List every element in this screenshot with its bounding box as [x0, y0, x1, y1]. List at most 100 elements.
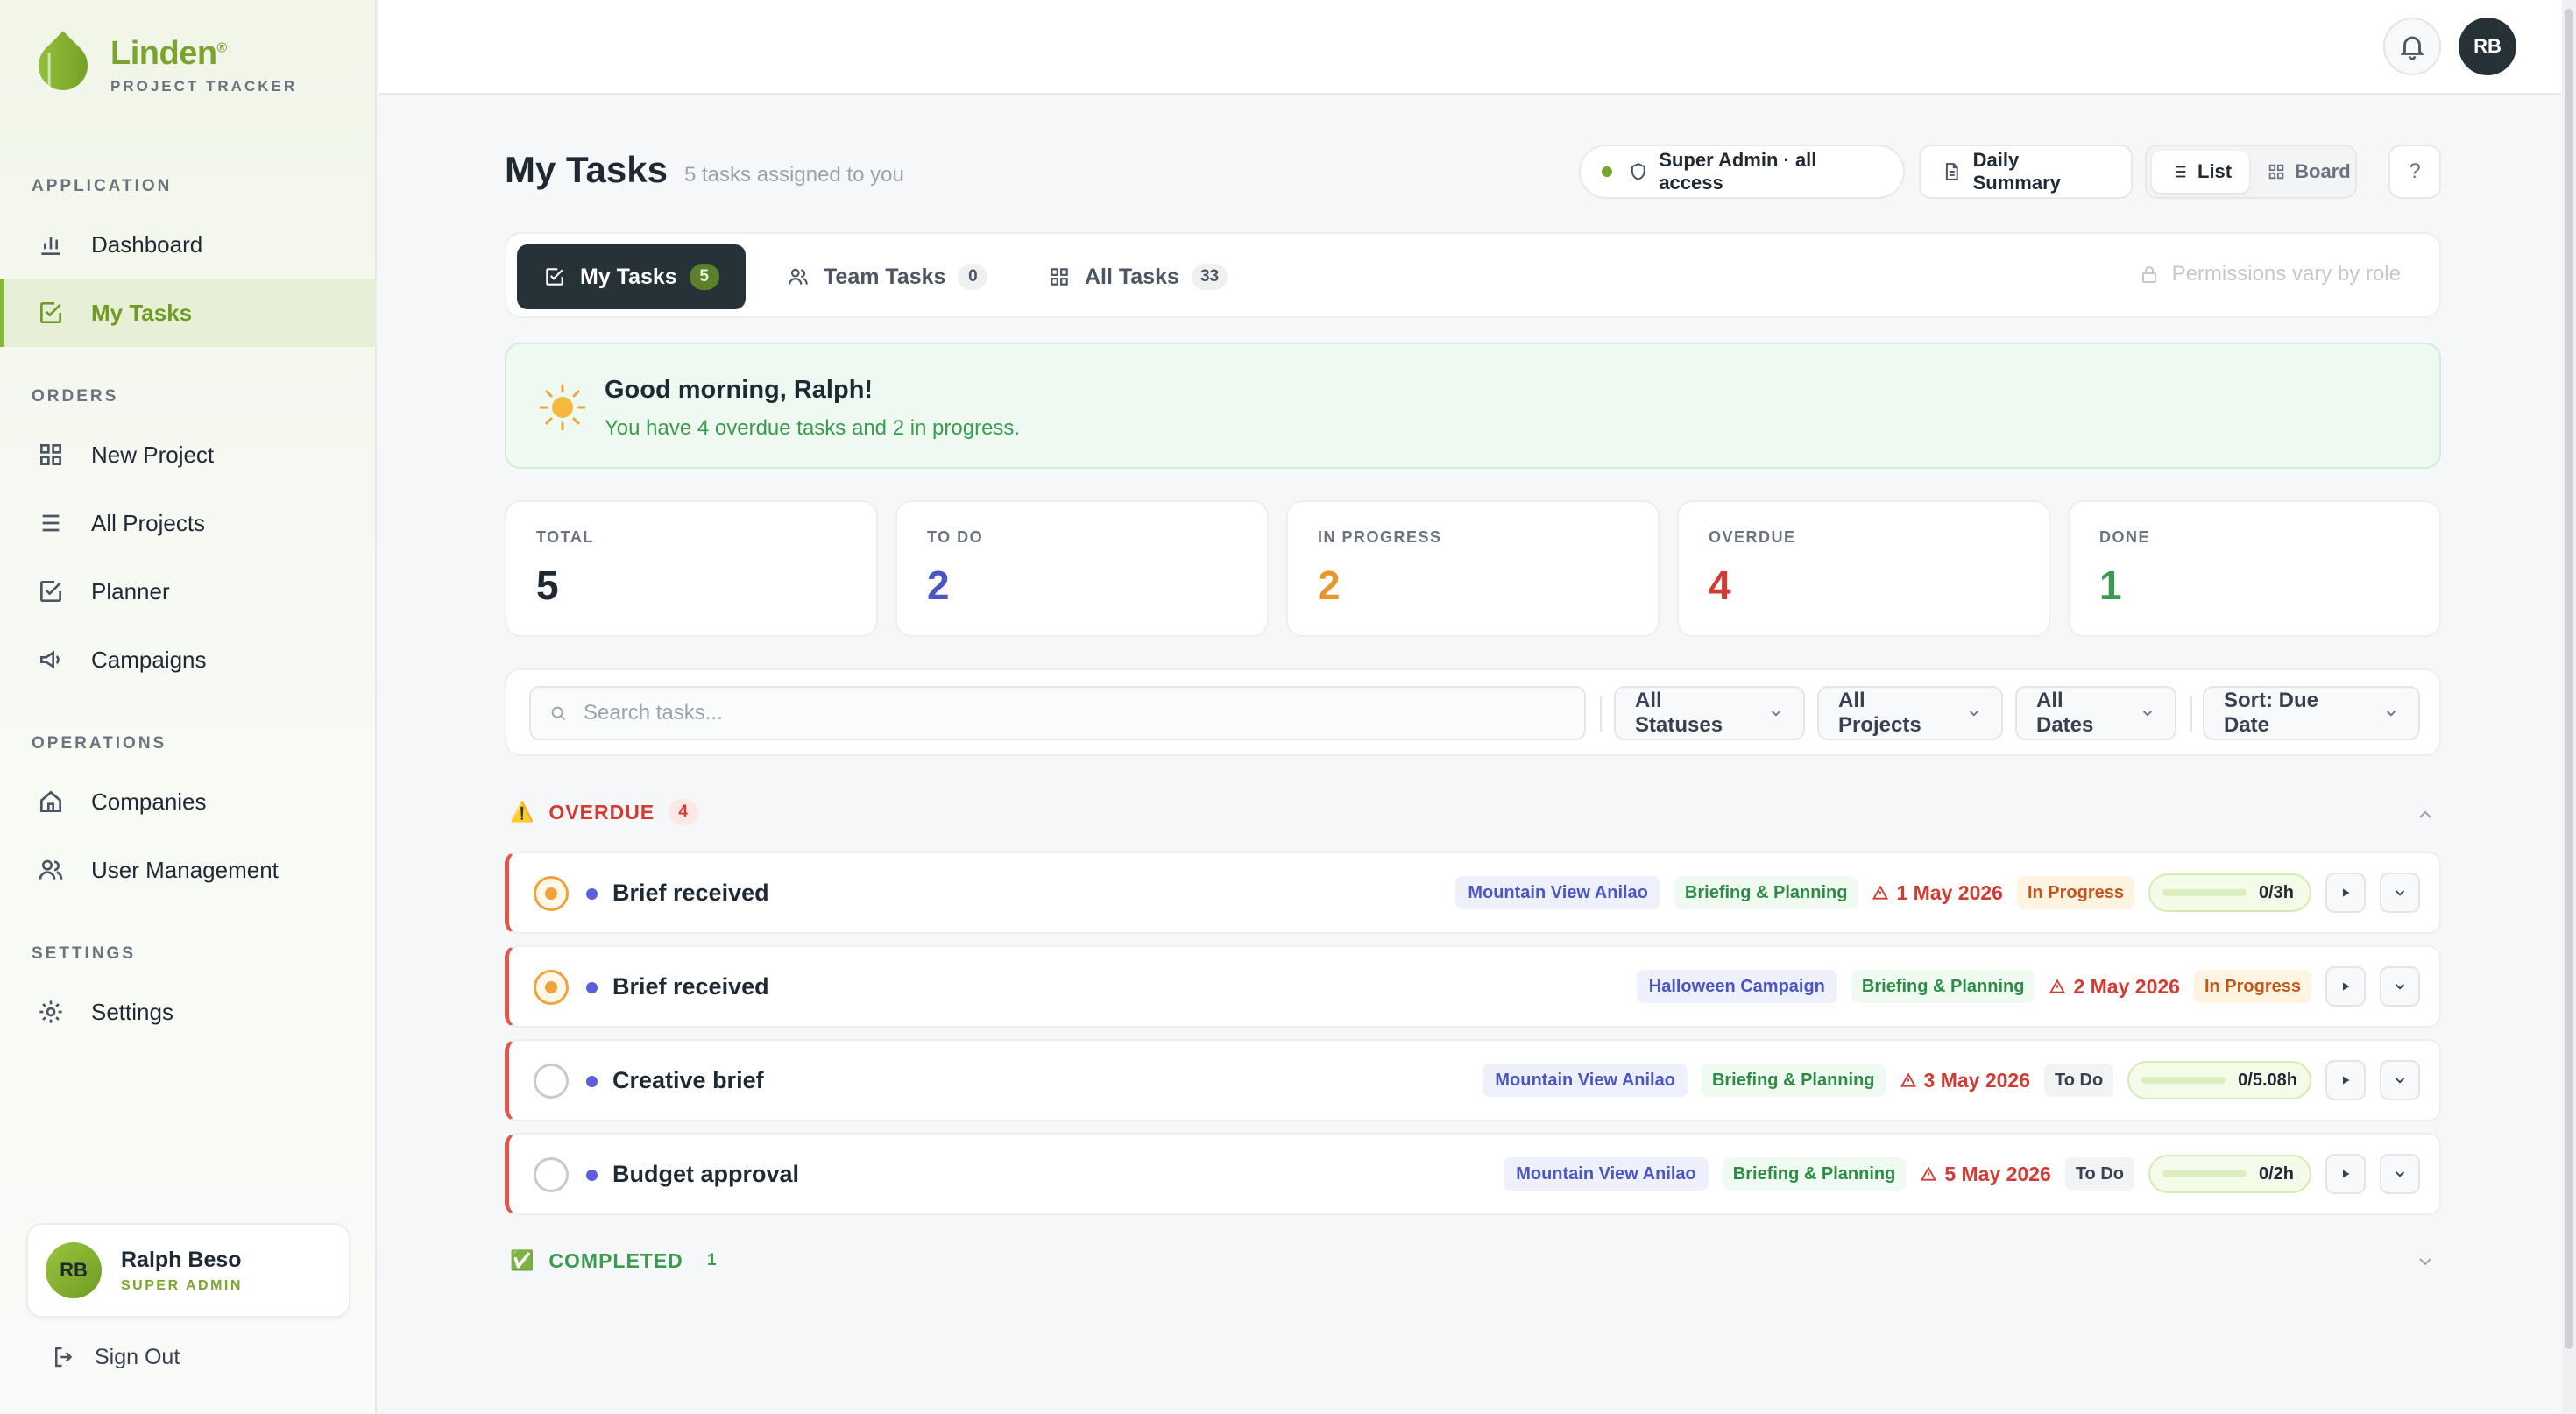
stat-card-total: TOTAL 5: [505, 500, 878, 637]
alert-triangle-icon: [1921, 1166, 1937, 1181]
view-board-label: Board: [2295, 160, 2351, 182]
task-status-toggle[interactable]: [534, 1157, 569, 1192]
select-value: All Projects: [1838, 689, 1921, 737]
grid-icon: [37, 441, 65, 469]
daily-summary-label: Daily Summary: [1972, 149, 2061, 194]
task-row[interactable]: Brief received Mountain View Anilao Brie…: [505, 852, 2441, 934]
time-tracker: 0/5.08h: [2127, 1061, 2311, 1099]
bar-chart-icon: [37, 230, 65, 258]
expand-task-button[interactable]: [2380, 1154, 2420, 1194]
start-timer-button[interactable]: [2325, 1154, 2366, 1194]
hours-text: 0/5.08h: [2238, 1070, 2297, 1090]
sidebar-item-user-management[interactable]: User Management: [0, 836, 377, 904]
sidebar-item-planner[interactable]: Planner: [0, 557, 377, 626]
overdue-group-header[interactable]: ⚠️ OVERDUE 4: [510, 799, 699, 825]
expand-task-button[interactable]: [2380, 966, 2420, 1007]
sidebar-item-dashboard[interactable]: Dashboard: [0, 210, 377, 279]
due-date: 1 May 2026: [1872, 880, 2003, 905]
due-date-text: 1 May 2026: [1896, 880, 2003, 904]
sign-out-button[interactable]: Sign Out: [51, 1344, 180, 1370]
hours-text: 0/2h: [2259, 1163, 2295, 1184]
account-avatar-button[interactable]: RB: [2459, 18, 2516, 75]
stat-label: OVERDUE: [1709, 528, 1796, 546]
stat-value: 1: [2099, 562, 2122, 608]
task-meta: Mountain View Anilao Briefing & Planning…: [1483, 1060, 2420, 1100]
sidebar-item-my-tasks[interactable]: My Tasks: [0, 279, 377, 347]
megaphone-icon: [37, 646, 65, 674]
sidebar-item-label: User Management: [91, 856, 279, 883]
start-timer-button[interactable]: [2325, 1060, 2366, 1100]
daily-summary-button[interactable]: Daily Summary: [1919, 145, 2133, 199]
task-row[interactable]: Creative brief Mountain View Anilao Brie…: [505, 1039, 2441, 1121]
project-tag[interactable]: Halloween Campaign: [1636, 970, 1837, 1003]
project-tag[interactable]: Mountain View Anilao: [1483, 1064, 1688, 1097]
list-icon: [2172, 166, 2186, 178]
task-row[interactable]: Brief received Halloween Campaign Briefi…: [505, 945, 2441, 1028]
due-date: 3 May 2026: [1900, 1069, 2030, 1092]
project-filter-select[interactable]: All Projects: [1817, 686, 2003, 740]
user-name: Ralph Beso: [121, 1247, 242, 1272]
view-list-button[interactable]: List: [2152, 151, 2250, 193]
expand-task-button[interactable]: [2380, 1060, 2420, 1100]
bell-icon: [2400, 36, 2424, 60]
stat-label: TOTAL: [536, 528, 594, 546]
shield-icon: [1631, 163, 1645, 180]
tab-all-tasks[interactable]: All Tasks 33: [1022, 244, 1254, 309]
group-count-badge: 1: [707, 1251, 718, 1269]
expand-completed-button[interactable]: [2415, 1251, 2436, 1272]
task-status-toggle[interactable]: [534, 970, 569, 1005]
sidebar-item-campaigns[interactable]: Campaigns: [0, 626, 377, 694]
project-tag[interactable]: Mountain View Anilao: [1455, 876, 1660, 909]
tab-team-tasks[interactable]: Team Tasks 0: [761, 244, 1014, 309]
user-card[interactable]: RB Ralph Beso SUPER ADMIN: [26, 1223, 350, 1318]
brand[interactable]: Linden® PROJECT TRACKER: [28, 30, 297, 101]
home-icon: [37, 788, 65, 816]
page-title: My Tasks: [505, 149, 668, 190]
task-row[interactable]: Budget approval Mountain View Anilao Bri…: [505, 1133, 2441, 1215]
completed-group-header[interactable]: ✅ COMPLETED 1: [510, 1248, 727, 1274]
sidebar-item-all-projects[interactable]: All Projects: [0, 489, 377, 557]
stat-label: TO DO: [927, 528, 984, 546]
start-timer-button[interactable]: [2325, 966, 2366, 1007]
access-label: Super Admin · all access: [1659, 149, 1817, 194]
select-value: All Statuses: [1635, 689, 1723, 737]
view-list-label: List: [2197, 160, 2233, 182]
collapse-overdue-button[interactable]: [2415, 804, 2436, 825]
time-tracker: 0/2h: [2148, 1155, 2311, 1193]
notifications-button[interactable]: [2383, 18, 2441, 75]
nav-section-orders: ORDERS: [32, 387, 119, 406]
alert-triangle-icon: [2049, 979, 2066, 993]
tab-count-badge: 0: [958, 264, 988, 290]
date-filter-select[interactable]: All Dates: [2015, 686, 2176, 740]
sidebar-item-new-project[interactable]: New Project: [0, 421, 377, 489]
task-status-toggle[interactable]: [534, 876, 569, 911]
phase-tag: Briefing & Planning: [1674, 876, 1858, 909]
status-badge: To Do: [2044, 1064, 2114, 1097]
phase-tag: Briefing & Planning: [1701, 1064, 1886, 1097]
sidebar-item-label: Companies: [91, 788, 207, 815]
start-timer-button[interactable]: [2325, 873, 2366, 913]
task-status-toggle[interactable]: [534, 1064, 569, 1099]
expand-task-button[interactable]: [2380, 873, 2420, 913]
time-progress-bar: [2162, 1170, 2247, 1177]
tab-my-tasks[interactable]: My Tasks 5: [517, 244, 746, 309]
sidebar-item-companies[interactable]: Companies: [0, 767, 377, 836]
sidebar-item-settings[interactable]: Settings: [0, 978, 377, 1046]
task-meta: Mountain View Anilao Briefing & Planning…: [1504, 1154, 2420, 1194]
stat-value: 5: [536, 562, 559, 608]
stat-label: DONE: [2099, 528, 2151, 546]
task-title: Brief received: [612, 880, 769, 906]
help-button[interactable]: ?: [2388, 145, 2441, 199]
check-square-icon: [37, 577, 65, 605]
scrollbar[interactable]: [2562, 0, 2576, 1414]
status-filter-select[interactable]: All Statuses: [1614, 686, 1805, 740]
lock-icon: [2141, 266, 2156, 283]
project-tag[interactable]: Mountain View Anilao: [1504, 1157, 1709, 1191]
view-board-button[interactable]: Board: [2249, 151, 2368, 193]
stat-card-done: DONE 1: [2068, 500, 2441, 637]
search-input[interactable]: Search tasks...: [529, 686, 1586, 740]
phase-tag: Briefing & Planning: [1722, 1157, 1907, 1191]
due-date: 2 May 2026: [2049, 975, 2180, 999]
play-icon: [2343, 982, 2350, 991]
sort-select[interactable]: Sort: Due Date: [2203, 686, 2420, 740]
